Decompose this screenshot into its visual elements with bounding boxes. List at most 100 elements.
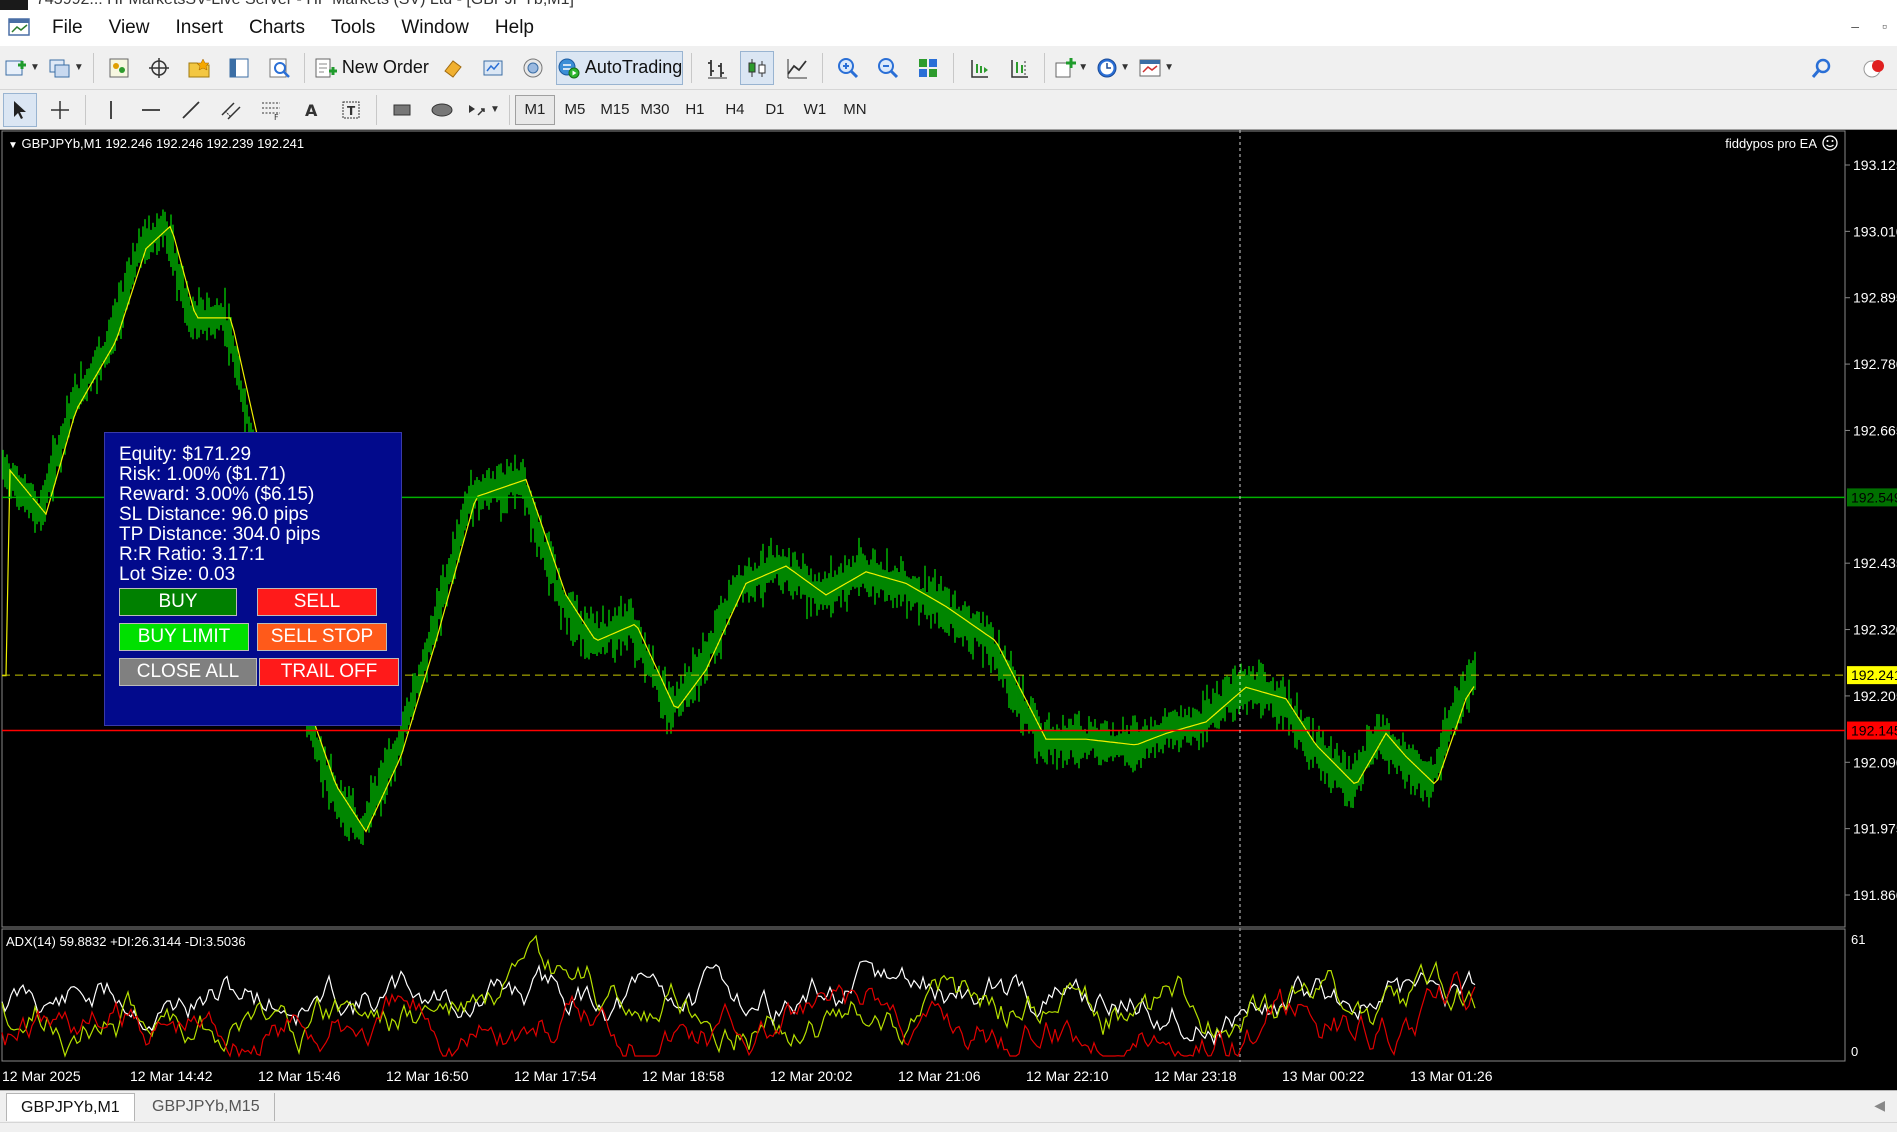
price-tick-label: 192.435 — [1853, 555, 1897, 571]
fibonacci-button[interactable]: F — [254, 93, 288, 127]
menu-view[interactable]: View — [97, 10, 164, 46]
sell-button[interactable]: SELL — [257, 588, 377, 616]
autotrading-icon — [558, 58, 580, 78]
timeframe-h4[interactable]: H4 — [715, 95, 755, 125]
new-order-label: New Order — [341, 57, 429, 77]
signals-button[interactable] — [516, 51, 550, 85]
candlestick-chart-button[interactable] — [740, 50, 775, 85]
zoom-out-icon — [878, 57, 899, 78]
chart-shift-icon — [971, 59, 989, 78]
time-axis-label: 12 Mar 17:54 — [514, 1068, 597, 1084]
time-axis-label: 12 Mar 22:10 — [1026, 1068, 1109, 1084]
text-button[interactable]: A — [294, 93, 328, 127]
arrows-button[interactable]: ▼ — [465, 93, 501, 127]
notifications-button[interactable] — [1856, 52, 1890, 86]
equidistant-channel-button[interactable] — [214, 93, 248, 127]
crosshair-button[interactable] — [43, 93, 77, 127]
chart-tabs: GBPJPYb,M1 GBPJPYb,M15 ◀ — [0, 1090, 1897, 1122]
terminal-button[interactable] — [222, 51, 256, 85]
chart-window-icon[interactable] — [0, 10, 40, 46]
templates-icon — [1139, 59, 1161, 76]
navigator-icon — [188, 57, 210, 77]
time-axis-label: 12 Mar 23:18 — [1154, 1068, 1237, 1084]
candlestick-icon — [748, 58, 766, 77]
cursor-button[interactable] — [3, 92, 37, 127]
bar-chart-button[interactable] — [700, 51, 734, 85]
child-restore-icon[interactable]: ▫ — [1882, 18, 1887, 34]
menu-insert[interactable]: Insert — [163, 10, 237, 46]
strategy-tester-button[interactable] — [262, 51, 296, 85]
market-icon — [483, 60, 503, 75]
navigator-button[interactable] — [182, 51, 216, 85]
tab-scroll-left-icon[interactable]: ◀ — [1874, 1097, 1885, 1114]
timeframe-m30[interactable]: M30 — [635, 95, 675, 125]
tp-distance-text: TP Distance: 304.0 pips — [119, 524, 321, 545]
text-label-icon: T — [342, 101, 360, 118]
adx-indicator-window[interactable]: 61 0 ADX(14) 59.8832 +DI:26.3144 -DI:3.50… — [0, 928, 1897, 1062]
collapse-triangle-icon[interactable]: ▼ — [8, 140, 18, 151]
data-window-button[interactable] — [142, 51, 176, 85]
trail-off-button[interactable]: TRAIL OFF — [259, 658, 399, 686]
periods-button[interactable]: ▼ — [1095, 51, 1131, 85]
profiles-button[interactable]: ▼ — [47, 51, 85, 85]
line-chart-button[interactable] — [780, 51, 814, 85]
menu-charts[interactable]: Charts — [237, 10, 319, 46]
templates-button[interactable]: ▼ — [1137, 51, 1175, 85]
ellipse-button[interactable] — [425, 93, 459, 127]
price-tick-label: 192.780 — [1853, 356, 1897, 372]
timeframe-mn[interactable]: MN — [835, 95, 875, 125]
svg-text:F: F — [274, 113, 279, 121]
autotrading-button[interactable]: AutoTrading — [555, 50, 684, 85]
tile-windows-button[interactable] — [911, 51, 945, 85]
trendline-button[interactable] — [174, 93, 208, 127]
time-axis-label: 12 Mar 2025 — [2, 1068, 81, 1084]
price-chart[interactable]: 193.125 193.010 192.895 192.780 192.665 192.4… — [0, 130, 1897, 928]
menu-window[interactable]: Window — [389, 10, 483, 46]
child-minimize-icon[interactable]: – — [1851, 18, 1859, 34]
rectangle-button[interactable] — [385, 93, 419, 127]
timeframe-w1[interactable]: W1 — [795, 95, 835, 125]
menu-help[interactable]: Help — [483, 10, 548, 46]
text-label-button[interactable]: T — [334, 93, 368, 127]
horizontal-line-button[interactable] — [134, 93, 168, 127]
zoom-in-button[interactable] — [831, 51, 865, 85]
terminal-window: 745992..: HFMarketsSV-Live Server - HF M… — [0, 0, 1897, 1132]
timeframe-h1[interactable]: H1 — [675, 95, 715, 125]
adx-canvas[interactable]: 61 0 — [0, 928, 1897, 1062]
fibonacci-icon: F — [262, 102, 280, 121]
market-watch-button[interactable] — [102, 51, 136, 85]
trendline-icon — [182, 100, 200, 119]
vertical-line-button[interactable] — [94, 93, 128, 127]
menu-tools[interactable]: Tools — [319, 10, 389, 46]
rectangle-icon — [393, 104, 411, 115]
close-all-button[interactable]: CLOSE ALL — [119, 658, 257, 686]
ea-smiley-icon[interactable] — [1821, 134, 1839, 152]
price-tick-label: 192.895 — [1853, 290, 1897, 306]
chart-shift-button[interactable] — [962, 51, 996, 85]
timeframe-m1[interactable]: M1 — [514, 94, 555, 125]
metaquotes-button[interactable] — [436, 51, 470, 85]
buy-limit-button[interactable]: BUY LIMIT — [119, 623, 249, 651]
market-button[interactable] — [476, 51, 510, 85]
timeframe-d1[interactable]: D1 — [755, 95, 795, 125]
clock-icon — [1097, 58, 1117, 77]
time-axis-label: 13 Mar 00:22 — [1282, 1068, 1365, 1084]
menu-file[interactable]: File — [40, 10, 97, 46]
zoom-out-button[interactable] — [871, 51, 905, 85]
indicators-button[interactable]: ▼ — [1053, 51, 1089, 85]
auto-scroll-button[interactable] — [1002, 51, 1036, 85]
new-chart-button[interactable]: ▼ — [3, 51, 41, 85]
sell-stop-button[interactable]: SELL STOP — [257, 623, 387, 651]
search-icon — [1811, 58, 1831, 78]
app-logo-icon — [0, 0, 28, 10]
tab-gbpjpyb-m1[interactable]: GBPJPYb,M1 — [6, 1093, 135, 1121]
timeframe-m5[interactable]: M5 — [555, 95, 595, 125]
buy-button[interactable]: BUY — [119, 588, 237, 616]
timeframe-m15[interactable]: M15 — [595, 95, 635, 125]
new-order-button[interactable]: New Order — [313, 51, 430, 85]
chart-window[interactable]: 193.125 193.010 192.895 192.780 192.665 192.4… — [0, 130, 1897, 1090]
horizontal-line-icon — [142, 108, 160, 111]
minimize-icon[interactable]: – — [1802, 0, 1811, 8]
tab-gbpjpyb-m15[interactable]: GBPJPYb,M15 — [138, 1093, 275, 1121]
search-button[interactable] — [1804, 52, 1838, 86]
